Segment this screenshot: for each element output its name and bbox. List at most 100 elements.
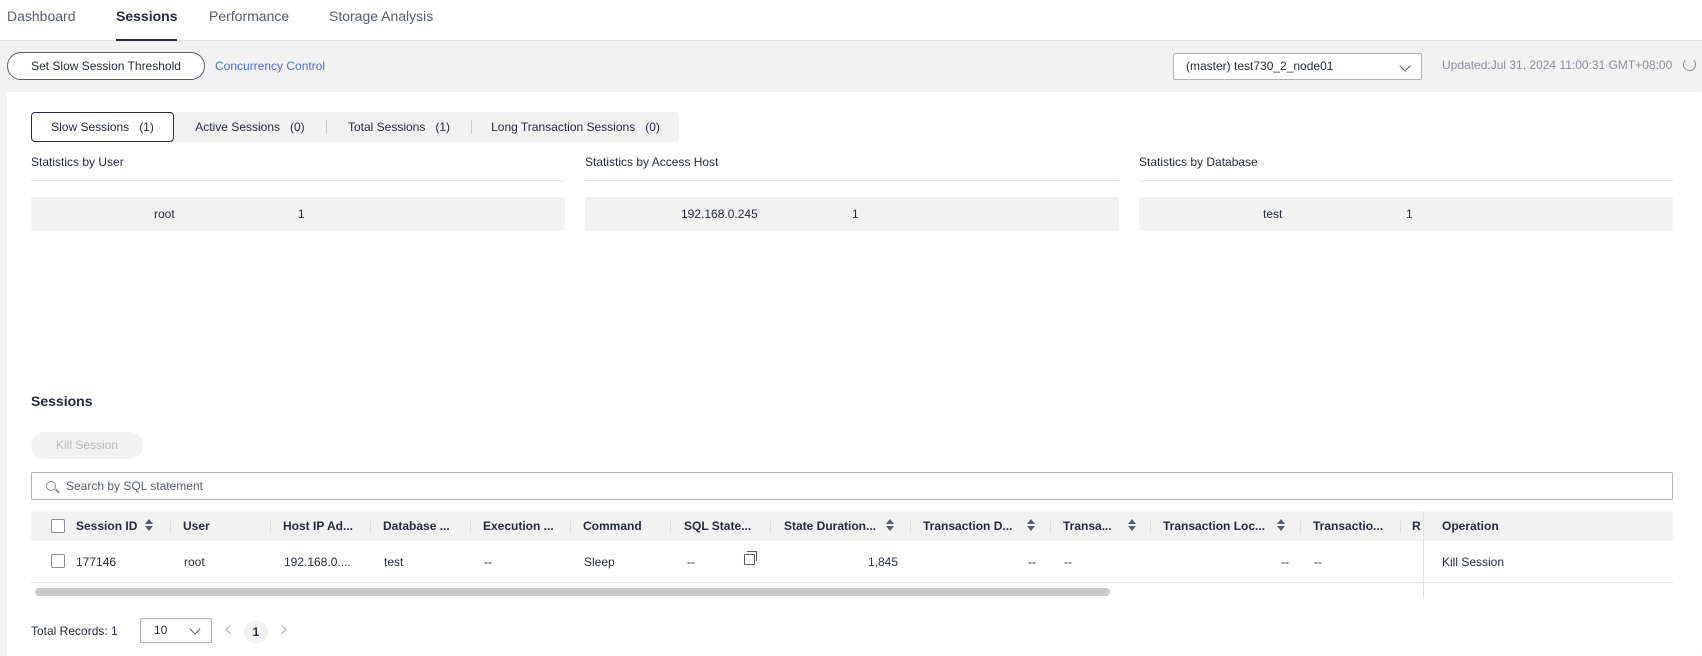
tab-count: (0) [290, 120, 305, 134]
col-execution: Execution ... [483, 519, 554, 533]
table-row: 177146 root 192.168.0.... test -- Sleep … [31, 541, 1673, 583]
search-input[interactable] [66, 477, 1656, 495]
horizontal-scrollbar[interactable] [35, 588, 1110, 596]
table-header: Session ID User Host IP Ad... Database .… [31, 511, 1673, 541]
cell-command: Sleep [584, 555, 615, 569]
tab-performance[interactable]: Performance [209, 6, 289, 41]
tab-label: Slow Sessions [51, 120, 130, 134]
stats-by-database-row: test 1 [1139, 197, 1673, 231]
col-divider [670, 519, 671, 533]
tab-dashboard[interactable]: Dashboard [7, 6, 76, 41]
col-state-duration: State Duration... [784, 519, 877, 533]
col-transaction-duration: Transaction D... [923, 519, 1013, 533]
col-operation: Operation [1442, 519, 1499, 533]
cell-state-duration: 1,845 [868, 555, 899, 569]
tab-label: Long Transaction Sessions [491, 120, 636, 134]
col-divider [1400, 519, 1401, 533]
col-divider [270, 519, 271, 533]
divider [31, 180, 565, 181]
search-icon [46, 481, 56, 491]
kill-session-button[interactable]: Kill Session [31, 432, 143, 459]
refresh-icon[interactable] [1683, 58, 1696, 71]
cell-transaction-lock: -- [1281, 555, 1289, 569]
set-slow-session-threshold-button[interactable]: Set Slow Session Threshold [7, 52, 205, 80]
sort-icon[interactable] [1025, 519, 1035, 531]
col-divider [470, 519, 471, 533]
instance-select-value: (master) test730_2_node01 [1186, 59, 1334, 73]
stat-value: 1 [852, 207, 859, 221]
cell-session-id: 177146 [76, 555, 117, 569]
col-divider [570, 519, 571, 533]
col-session-id: Session ID [76, 519, 138, 533]
divider [1139, 180, 1673, 181]
cell-execution: -- [484, 555, 492, 569]
sessions-title: Sessions [31, 393, 93, 409]
stats-by-user-title: Statistics by User [31, 155, 124, 169]
tab-long-transaction-sessions[interactable]: Long Transaction Sessions (0) [472, 112, 679, 142]
col-divider [910, 519, 911, 533]
col-divider [1050, 519, 1051, 533]
total-records: Total Records: 1 [31, 624, 118, 638]
tab-slow-sessions[interactable]: Slow Sessions (1) [31, 112, 174, 142]
concurrency-control-link[interactable]: Concurrency Control [215, 59, 325, 73]
sort-icon[interactable] [143, 519, 153, 531]
cell-database: test [384, 555, 404, 569]
select-all-checkbox[interactable] [51, 519, 65, 533]
stats-by-host-row: 192.168.0.245 1 [585, 197, 1119, 231]
cell-host-ip: 192.168.0.... [284, 555, 351, 569]
col-host-ip: Host IP Ad... [283, 519, 354, 533]
col-divider [370, 519, 371, 533]
stat-value: 1 [1406, 207, 1413, 221]
updated-timestamp: Updated:Jul 31, 2024 11:00:31 GMT+08:00 [1442, 58, 1673, 72]
chevron-down-icon [189, 623, 201, 635]
chevron-down-icon [1399, 60, 1411, 72]
col-r: R [1412, 519, 1421, 533]
tab-label: Total Sessions [347, 120, 426, 134]
cell-transaction-a: -- [1064, 555, 1072, 569]
stat-key: test [1263, 207, 1283, 221]
session-type-tabs: Slow Sessions (1) Active Sessions (0) To… [31, 112, 679, 142]
sql-search-box [31, 472, 1673, 500]
cell-transaction-i: -- [1314, 555, 1322, 569]
instance-select[interactable]: (master) test730_2_node01 [1173, 53, 1422, 80]
divider [585, 180, 1119, 181]
col-divider [1300, 519, 1301, 533]
col-divider [1150, 519, 1151, 533]
tab-count: (0) [645, 120, 660, 134]
col-sql-statement: SQL State... [684, 519, 752, 533]
stat-key: 192.168.0.245 [681, 207, 758, 221]
stats-by-host-title: Statistics by Access Host [585, 155, 719, 169]
kill-session-link[interactable]: Kill Session [1442, 555, 1504, 569]
stats-by-user-row: root 1 [31, 197, 565, 231]
cell-sql-statement-link[interactable]: -- [687, 555, 695, 569]
tab-label: Active Sessions [195, 120, 280, 134]
tab-sessions[interactable]: Sessions [116, 6, 178, 41]
current-page[interactable]: 1 [244, 620, 268, 644]
col-transaction-lock: Transaction Loc... [1163, 519, 1266, 533]
stat-key: root [154, 207, 175, 221]
tab-count: (1) [139, 120, 154, 134]
sort-icon[interactable] [1275, 519, 1285, 531]
row-checkbox[interactable] [51, 554, 65, 568]
tab-active-sessions[interactable]: Active Sessions (0) [174, 112, 326, 142]
col-transaction-i: Transactio... [1313, 519, 1384, 533]
operation-column-divider [1423, 511, 1424, 599]
cell-transaction-duration: -- [1028, 555, 1036, 569]
tab-total-sessions[interactable]: Total Sessions (1) [327, 112, 471, 142]
page-size-select[interactable]: 10 [140, 618, 212, 643]
stat-value: 1 [298, 207, 305, 221]
sort-icon[interactable] [884, 519, 894, 531]
copy-icon[interactable] [744, 551, 757, 565]
tab-storage-analysis[interactable]: Storage Analysis [329, 6, 433, 41]
cell-user: root [184, 555, 205, 569]
top-tab-bar: Dashboard Sessions Performance Storage A… [0, 0, 1702, 41]
tab-count: (1) [435, 120, 451, 134]
col-transaction-a: Transa... [1063, 519, 1112, 533]
col-divider [170, 519, 171, 533]
col-divider [770, 519, 771, 533]
sort-icon[interactable] [1126, 519, 1136, 531]
page-size-value: 10 [154, 623, 168, 637]
col-command: Command [583, 519, 642, 533]
stats-by-database-title: Statistics by Database [1139, 155, 1258, 169]
col-database: Database ... [383, 519, 450, 533]
